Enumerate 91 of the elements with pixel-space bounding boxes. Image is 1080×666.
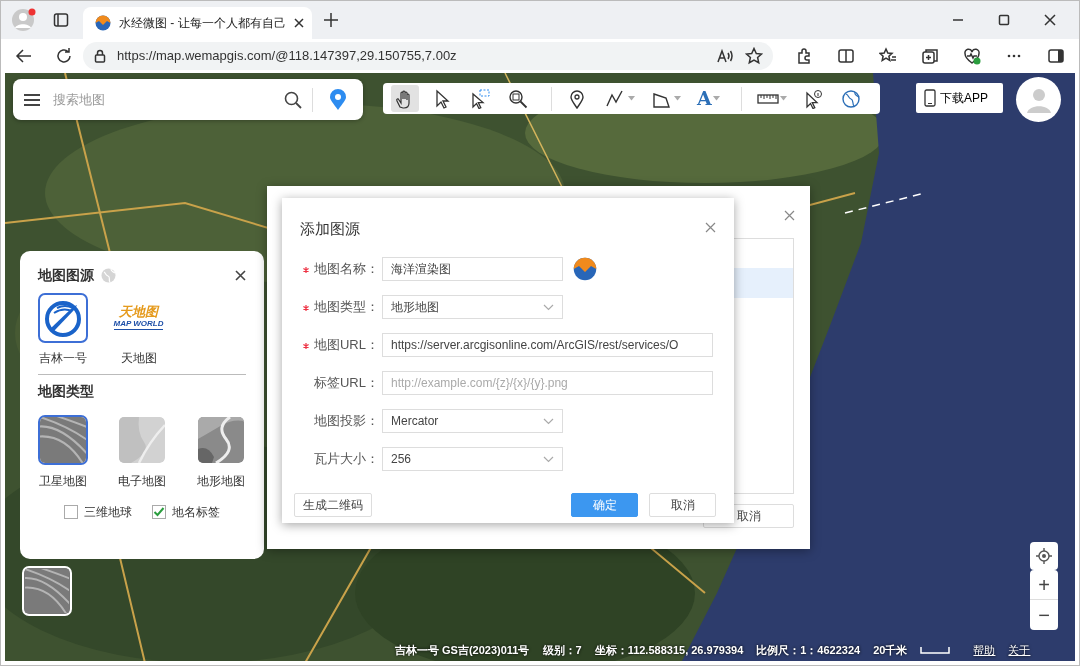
attribution-text: 吉林一号 GS吉(2023)011号 <box>395 642 530 658</box>
field-label: 地图类型： <box>314 299 379 315</box>
vector-texture-icon <box>119 417 165 463</box>
refresh-icon[interactable] <box>55 47 73 65</box>
checkbox[interactable] <box>151 504 166 519</box>
chevron-down-icon <box>543 455 554 463</box>
logo-text: 天地图 <box>119 305 158 320</box>
locate-button[interactable] <box>1030 542 1058 570</box>
map-layer-button[interactable] <box>22 566 72 616</box>
menu-icon[interactable] <box>23 92 41 107</box>
download-app-button[interactable]: 下载APP <box>916 83 1003 113</box>
browser-tab[interactable]: 水经微图 - 让每一个人都有自己 <box>83 7 312 39</box>
field-label: 瓦片大小： <box>314 451 379 467</box>
caret-icon <box>779 96 787 101</box>
zoom-icon <box>508 88 530 109</box>
footer-link[interactable]: 关于 <box>1008 641 1031 658</box>
zoom-in-button[interactable]: + <box>1030 570 1058 600</box>
search-icon[interactable] <box>284 90 302 109</box>
map-type-button[interactable] <box>196 415 246 465</box>
split-screen-icon[interactable] <box>837 47 855 65</box>
terrain-texture-icon <box>198 417 244 463</box>
puzzle-icon[interactable] <box>795 47 813 65</box>
input-field[interactable]: 海洋渲染图 <box>382 257 563 281</box>
tab-title: 水经微图 - 让每一个人都有自己 <box>119 15 286 32</box>
star-icon[interactable] <box>745 47 763 65</box>
collections-icon[interactable] <box>921 47 939 65</box>
lock-icon <box>93 49 107 63</box>
heart-pulse-icon[interactable] <box>963 47 981 65</box>
wave-logo-icon <box>95 15 111 31</box>
source-label: 吉林一号 <box>39 350 87 367</box>
scale-bar-icon <box>920 645 951 654</box>
coordinates-text: 坐标：112.588315, 26.979394 <box>594 642 744 658</box>
scale-text: 比例尺：1：4622324 <box>756 642 861 658</box>
chevron-down-icon <box>543 417 554 425</box>
checkbox[interactable] <box>63 504 78 519</box>
satellite-texture-icon <box>25 569 69 613</box>
field-label: 地图名称： <box>314 261 379 277</box>
panel-title: 地图图源 <box>38 266 94 285</box>
source-label: 天地图 <box>120 350 157 367</box>
scale-bar-label: 20千米 <box>873 642 908 658</box>
qr-code-button[interactable]: 生成二维码 <box>294 492 372 517</box>
select-field[interactable]: 256 <box>382 447 563 471</box>
caret-icon <box>628 96 635 101</box>
input-field[interactable]: https://server.arcgisonline.com/ArcGIS/rest/services/O <box>382 333 713 357</box>
select-field[interactable]: Mercator <box>382 409 563 433</box>
maximize-icon[interactable] <box>998 14 1010 26</box>
tab-actions-icon[interactable] <box>53 12 69 28</box>
required-icon <box>303 342 309 349</box>
caret-icon <box>674 96 681 101</box>
close-icon[interactable] <box>1044 14 1056 26</box>
dialog-title: 添加图源 <box>300 219 360 239</box>
required-icon <box>303 304 309 311</box>
location-pin-icon[interactable] <box>329 88 347 111</box>
field-label: 地图URL： <box>314 337 379 353</box>
tool-button[interactable] <box>391 85 419 112</box>
sidebar-icon[interactable] <box>1047 47 1065 65</box>
read-aloud-icon[interactable] <box>717 48 735 64</box>
back-icon[interactable] <box>15 47 33 65</box>
cancel-button[interactable]: 取消 <box>649 492 716 517</box>
select-field[interactable]: 地形地图 <box>382 295 563 319</box>
profile-icon[interactable] <box>11 7 37 33</box>
checkbox-label: 地名标签 <box>172 503 221 521</box>
map-type-label: 电子地图 <box>118 472 166 490</box>
section-title: 地图类型 <box>38 382 95 401</box>
field-label: 标签URL： <box>314 375 379 391</box>
footer-link[interactable]: 帮助 <box>973 641 996 658</box>
tool-button[interactable]: A <box>694 85 723 112</box>
required-icon <box>303 266 309 273</box>
zoom-out-button[interactable]: − <box>1030 600 1058 630</box>
globe-icon <box>840 88 863 109</box>
map-type-label: 卫星地图 <box>39 472 87 490</box>
crosshair-icon <box>1036 548 1052 564</box>
checkbox-label: 三维地球 <box>84 503 133 521</box>
box-select-icon <box>470 88 492 109</box>
new-tab-icon[interactable] <box>323 13 338 27</box>
map-type-label: 地形地图 <box>197 472 245 490</box>
search-bar[interactable]: 搜索地图 <box>13 79 363 120</box>
chevron-down-icon <box>543 303 554 311</box>
globe-icon <box>100 268 116 283</box>
close-icon[interactable] <box>293 18 304 28</box>
map-source-button[interactable] <box>38 292 88 343</box>
zoom-level-text: 级别：7 <box>542 642 582 658</box>
field-label: 地图投影： <box>314 413 379 429</box>
satellite-texture-icon <box>40 417 86 463</box>
wave-logo-icon <box>573 257 597 281</box>
caret-icon <box>712 96 720 101</box>
phone-icon <box>924 89 936 107</box>
input-field[interactable]: http://example.com/{z}/{x}/{y}.png <box>382 371 713 395</box>
close-icon[interactable] <box>235 270 246 281</box>
favorites-icon[interactable] <box>879 47 897 65</box>
logo-subtext: MAP WORLD <box>113 319 164 330</box>
